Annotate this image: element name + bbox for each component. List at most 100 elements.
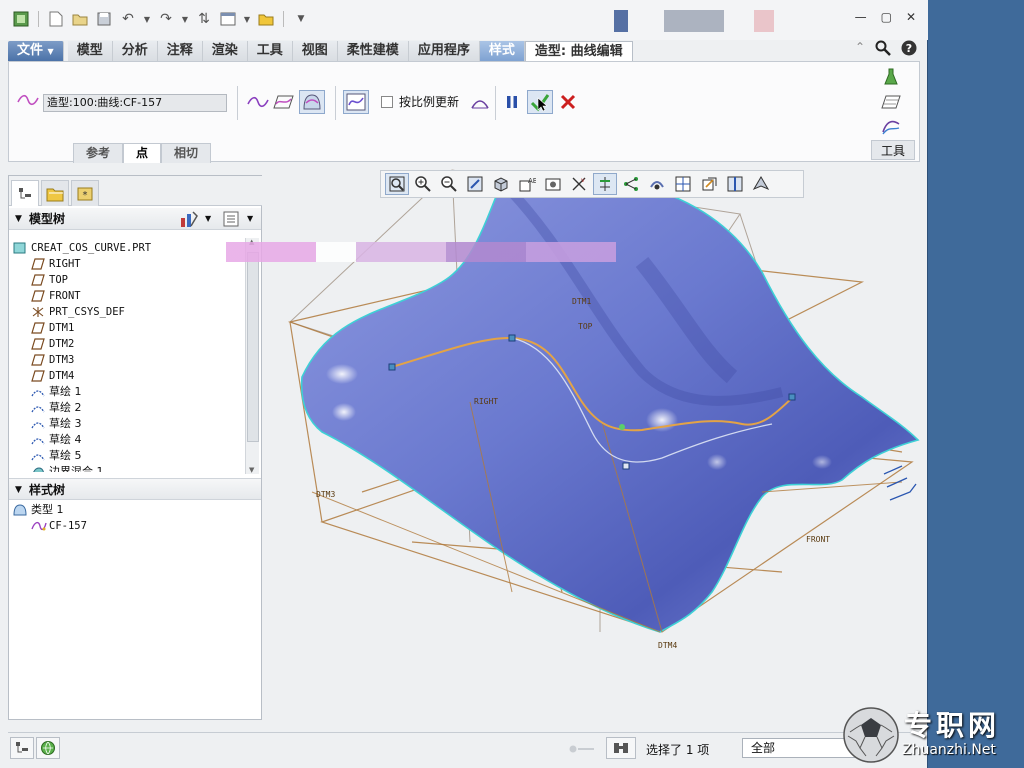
style-tree-header[interactable]: ▼ 样式树 [9,478,261,500]
spin-center-icon[interactable] [645,173,669,195]
redo-icon[interactable]: ↷ [157,10,175,28]
folder-icon[interactable] [257,10,275,28]
tree-item[interactable]: 草绘 5 [9,448,243,464]
chevron-down-icon[interactable]: ▼ [243,10,251,28]
tools-label[interactable]: 工具 [871,140,915,160]
free-curve-icon[interactable] [245,90,271,114]
model-tree-header[interactable]: ▼ 模型树 ▼ ▼ [9,208,261,230]
tab-model[interactable]: 模型 [67,41,113,61]
model-tree-tab-icon[interactable] [11,180,39,206]
tree-item[interactable]: 草绘 1 [9,384,243,400]
model-tree-scrollbar[interactable]: ▲ ▼ [245,238,259,474]
zoom-in-icon[interactable] [411,173,435,195]
browser-toggle-icon[interactable] [36,737,60,759]
maximize-icon[interactable]: ▢ [881,10,892,24]
scroll-down-icon[interactable]: ▼ [249,466,254,474]
save-icon[interactable] [95,10,113,28]
sketch-view-icon[interactable] [697,173,721,195]
tree-settings-icon[interactable] [179,210,199,235]
tree-item[interactable]: DTM1 [9,320,243,336]
cancel-x-icon[interactable] [555,90,581,114]
datum-plane-icon [31,370,45,382]
tree-item[interactable]: DTM4 [9,368,243,384]
svg-text:?: ? [906,42,912,55]
annotation-display-icon[interactable] [671,173,695,195]
tree-item[interactable]: PRT_CSYS_DEF [9,304,243,320]
subtab-references[interactable]: 参考 [73,143,124,163]
tree-item[interactable]: TOP [9,272,243,288]
window-icon[interactable] [219,10,237,28]
chevron-down-icon[interactable]: ▼ [143,10,151,28]
new-icon[interactable] [47,10,65,28]
collapse-ribbon-icon[interactable]: ⌃ [855,40,865,60]
curve-on-surface-icon[interactable] [299,90,325,114]
datum-display-icon[interactable] [593,173,617,195]
section-icon[interactable] [467,90,493,114]
undo-icon[interactable]: ↶ [119,10,137,28]
orient-icon[interactable] [749,173,773,195]
graphics-toolbar: AB v [380,170,804,198]
curve-name-field[interactable]: 造型:100:曲线:CF-157 [43,94,227,112]
app-icon[interactable] [12,10,30,28]
tab-file[interactable]: 文件 ▼ [8,41,64,61]
find-icon[interactable] [606,737,636,759]
section-view-icon[interactable] [723,173,747,195]
status-bar: 选择了 1 项 全部 [8,732,920,762]
datum-points-icon[interactable] [619,173,643,195]
subtab-tangency[interactable]: 相切 [161,143,212,163]
tab-flexible-modeling[interactable]: 柔性建模 [337,41,409,61]
proportional-update-checkbox[interactable] [381,96,393,108]
saved-views-icon[interactable]: AB [515,173,539,195]
flask-icon[interactable] [883,68,899,89]
close-icon[interactable]: ✕ [906,10,916,24]
model-tree-toggle-icon[interactable] [10,737,34,759]
zoom-out-icon[interactable] [437,173,461,195]
tree-item[interactable]: DTM2 [9,336,243,352]
tab-view[interactable]: 视图 [292,41,338,61]
tab-tools[interactable]: 工具 [247,41,293,61]
pause-icon[interactable] [499,90,525,114]
curvature-analysis-icon[interactable] [343,90,369,114]
subtab-points[interactable]: 点 [123,143,162,163]
scrollbar-thumb[interactable] [247,252,259,442]
regenerate-icon[interactable]: ⇅ [195,10,213,28]
repaint-icon[interactable] [463,173,487,195]
tab-annotate[interactable]: 注释 [157,41,203,61]
chevron-down-icon[interactable]: ▼ [247,208,253,230]
tree-item[interactable]: 边界混合 1 [9,464,243,472]
tree-item[interactable]: FRONT [9,288,243,304]
tab-analysis[interactable]: 分析 [112,41,158,61]
planar-curve-icon[interactable] [271,90,297,114]
minimize-icon[interactable]: — [855,10,867,24]
search-icon[interactable] [875,40,891,60]
list-item[interactable]: 类型 1 [13,502,253,518]
accept-check-icon[interactable] [527,90,553,114]
tab-style[interactable]: 样式 [479,41,525,61]
plane-grid-icon[interactable] [881,94,901,113]
tab-render[interactable]: 渲染 [202,41,248,61]
view-manager-icon[interactable] [541,173,565,195]
tree-item[interactable]: 草绘 2 [9,400,243,416]
show-filter-icon[interactable] [223,211,239,234]
help-icon[interactable]: ? [901,40,917,60]
ribbon-tabs: 文件 ▼ 模型 分析 注释 渲染 工具 视图 柔性建模 应用程序 样式 造型: … [8,41,633,61]
tree-item[interactable]: 草绘 3 [9,416,243,432]
folder-browser-tab-icon[interactable] [41,180,69,206]
perspective-icon[interactable]: v [567,173,591,195]
tree-item[interactable]: DTM3 [9,352,243,368]
tree-item[interactable]: 草绘 4 [9,432,243,448]
chevron-down-icon[interactable]: ▼ [181,10,189,28]
boundary-blend-icon [31,466,45,472]
curve-tools-icon[interactable] [881,118,901,139]
open-icon[interactable] [71,10,89,28]
favorites-tab-icon[interactable]: * [71,180,99,206]
tab-applications[interactable]: 应用程序 [408,41,480,61]
customize-icon[interactable]: ▼ [292,10,310,28]
refit-icon[interactable] [385,173,409,195]
tree-item[interactable]: RIGHT [9,256,243,272]
tree-item[interactable]: CREAT_COS_CURVE.PRT [9,240,243,256]
display-style-icon[interactable] [489,173,513,195]
list-item[interactable]: CF-157 [13,518,253,534]
chevron-down-icon[interactable]: ▼ [205,208,211,230]
tab-curve-edit[interactable]: 造型: 曲线编辑 [524,41,633,61]
